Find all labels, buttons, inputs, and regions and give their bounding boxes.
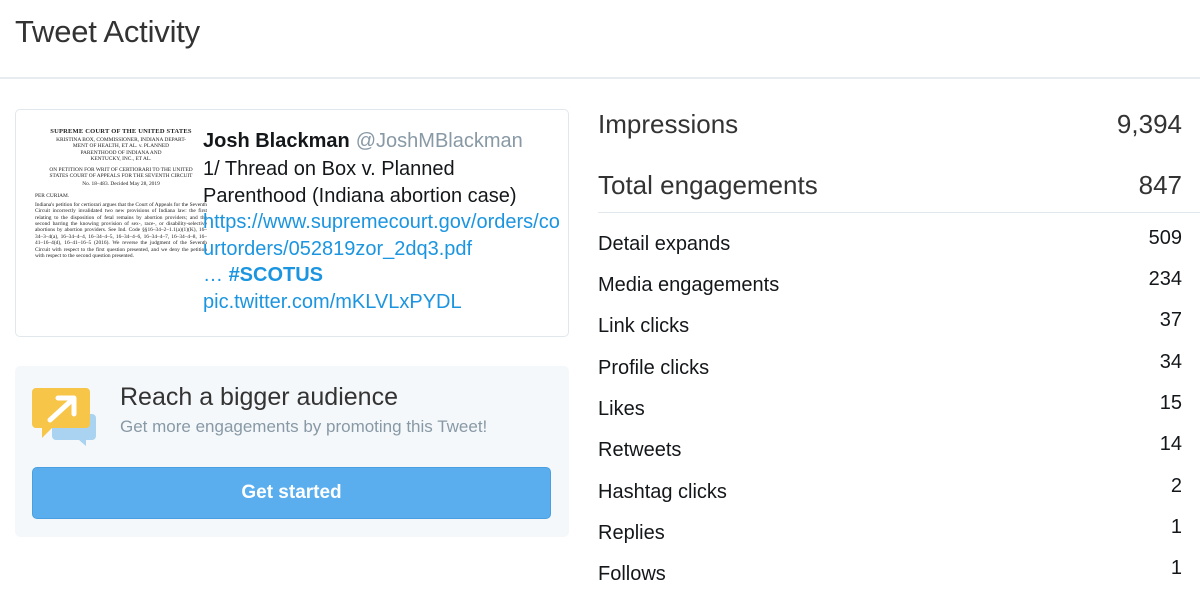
stat-value: 37 — [1159, 309, 1182, 331]
page-header: Tweet Activity — [0, 0, 1200, 79]
stat-label: Retweets — [598, 439, 682, 461]
doc-body: Indiana's petition for certiorari argues… — [35, 201, 207, 260]
stat-value: 9,394 — [1116, 109, 1182, 139]
stat-row-retweets: Retweets 14 — [598, 433, 1182, 463]
tweet-ellipsis: … — [203, 264, 223, 286]
stat-label: Media engagements — [598, 274, 780, 296]
stat-value: 234 — [1148, 268, 1182, 290]
promo-subtitle: Get more engagements by promoting this T… — [120, 417, 488, 436]
stat-impressions: Impressions 9,394 — [598, 109, 1182, 149]
tweet-url-link[interactable]: https://www.supremecourt.gov/orders/cour… — [203, 209, 563, 262]
stat-label: Replies — [598, 522, 665, 544]
stat-row-replies: Replies 1 — [598, 516, 1182, 546]
stat-row-follows: Follows 1 — [598, 557, 1182, 587]
stat-row-media-engagements: Media engagements 234 — [598, 268, 1182, 298]
stat-value: 14 — [1159, 433, 1182, 455]
tweet-body: Josh Blackman @JoshMBlackman 1/ Thread on… — [203, 128, 563, 315]
doc-caption-line: KENTUCKY, INC., ET AL. — [90, 156, 152, 163]
tweet-card[interactable]: SUPREME COURT OF THE UNITED STATES KRIST… — [15, 109, 569, 337]
stat-value: 1 — [1170, 557, 1182, 579]
tweet-author-handle[interactable]: @JoshMBlackman — [356, 130, 523, 152]
stat-label: Total engagements — [598, 170, 818, 200]
stat-label: Hashtag clicks — [598, 481, 727, 503]
tweet-text: 1/ Thread on Box v. Planned Parenthood (… — [203, 156, 563, 315]
stat-label: Profile clicks — [598, 357, 710, 379]
doc-petition-line: STATES COURT OF APPEALS FOR THE SEVENTH … — [49, 173, 193, 180]
stat-value: 847 — [1138, 170, 1182, 200]
doc-docket: No. 18–483. Decided May 28, 2019 — [82, 181, 160, 188]
doc-curiam: PER CURIAM. — [35, 192, 70, 199]
stat-label: Likes — [598, 398, 645, 420]
promote-tweet-panel: Reach a bigger audience Get more engagem… — [15, 366, 569, 537]
stat-label: Link clicks — [598, 315, 690, 337]
stat-value: 509 — [1148, 227, 1182, 249]
stat-value: 34 — [1159, 351, 1182, 373]
tweet-author-name[interactable]: Josh Blackman — [203, 130, 350, 152]
tweet-hashtag-link[interactable]: #SCOTUS — [229, 264, 323, 286]
stat-label: Detail expands — [598, 233, 731, 255]
promo-title: Reach a bigger audience — [120, 383, 398, 411]
stat-label: Follows — [598, 563, 666, 585]
promote-tweet-icon — [32, 386, 98, 448]
stat-value: 2 — [1170, 475, 1182, 497]
stat-row-detail-expands: Detail expands 509 — [598, 227, 1182, 257]
tweet-pic-link[interactable]: pic.twitter.com/mKLVLxPYDL — [203, 289, 563, 316]
tweet-author: Josh Blackman @JoshMBlackman — [203, 128, 563, 154]
stat-row-likes: Likes 15 — [598, 392, 1182, 422]
stat-value: 15 — [1159, 392, 1182, 414]
stat-row-hashtag-clicks: Hashtag clicks 2 — [598, 475, 1182, 505]
tweet-text-content: 1/ Thread on Box v. Planned Parenthood (… — [203, 158, 517, 207]
stat-total-engagements: Total engagements 847 — [598, 170, 1182, 210]
page-title: Tweet Activity — [15, 14, 200, 49]
stats-divider — [598, 212, 1200, 213]
get-started-button[interactable]: Get started — [32, 467, 551, 519]
stat-label: Impressions — [598, 109, 739, 139]
stat-value: 1 — [1170, 516, 1182, 538]
stat-row-profile-clicks: Profile clicks 34 — [598, 351, 1182, 381]
stat-row-link-clicks: Link clicks 37 — [598, 309, 1182, 339]
tweet-media-image[interactable]: SUPREME COURT OF THE UNITED STATES KRIST… — [35, 128, 207, 308]
doc-court-title: SUPREME COURT OF THE UNITED STATES — [50, 128, 192, 135]
